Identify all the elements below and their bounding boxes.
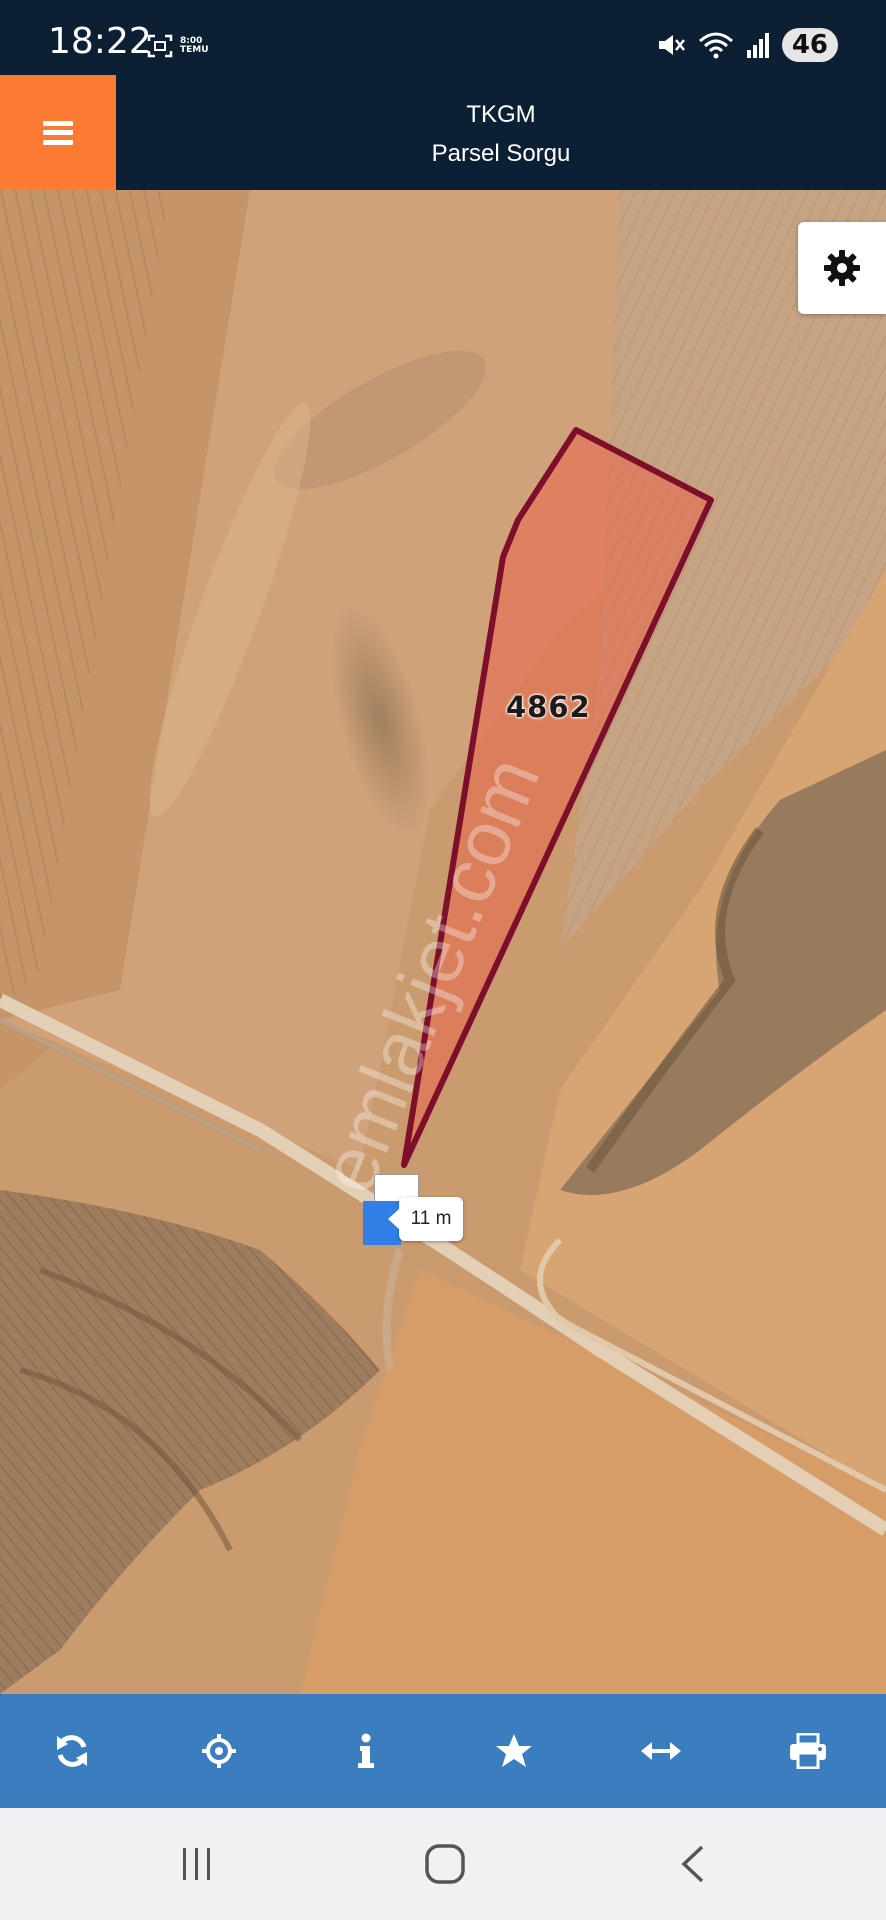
temu-label-bottom: TEMU (180, 45, 209, 55)
locate-button[interactable] (184, 1716, 254, 1786)
measure-button[interactable] (626, 1716, 696, 1786)
back-icon (681, 1845, 704, 1883)
info-icon (358, 1733, 374, 1768)
app-title: TKGM (466, 101, 536, 128)
home-icon (425, 1844, 465, 1884)
measure-icon (641, 1742, 681, 1760)
system-nav-bar (0, 1808, 886, 1920)
parcel-number-label: 4862 (506, 690, 591, 724)
hamburger-icon (43, 120, 73, 145)
battery-indicator: 46 (781, 28, 838, 62)
status-icons: 46 (656, 28, 838, 62)
app-subtitle: Parsel Sorgu (431, 140, 571, 167)
status-bar: 18:22 8:00 TEMU 46 (0, 0, 886, 75)
info-button[interactable] (331, 1716, 401, 1786)
menu-button[interactable] (0, 75, 116, 190)
signal-icon (746, 33, 769, 58)
screenshot-icon (147, 34, 173, 58)
status-time: 18:22 (48, 21, 152, 62)
bottom-toolbar (0, 1694, 886, 1808)
settings-button[interactable] (798, 222, 886, 314)
refresh-icon (57, 1735, 87, 1767)
temu-icon: 8:00 TEMU (180, 37, 209, 55)
favorite-button[interactable] (479, 1716, 549, 1786)
app-header: TKGM Parsel Sorgu (0, 75, 886, 190)
refresh-button[interactable] (37, 1716, 107, 1786)
print-button[interactable] (773, 1716, 843, 1786)
scale-bar-label: 11 m (388, 1197, 463, 1241)
print-icon (790, 1733, 826, 1769)
home-button[interactable] (415, 1834, 475, 1894)
locate-icon (202, 1734, 236, 1768)
back-button[interactable] (663, 1834, 723, 1894)
wifi-icon (698, 32, 733, 59)
mute-icon (658, 35, 685, 55)
recent-apps-icon (183, 1848, 210, 1880)
map-imagery (0, 190, 886, 1694)
gear-icon (824, 250, 860, 286)
recent-apps-button[interactable] (167, 1834, 227, 1894)
satellite-map[interactable]: emlakjet.com 4862 11 m (0, 190, 886, 1694)
star-icon (496, 1734, 532, 1767)
